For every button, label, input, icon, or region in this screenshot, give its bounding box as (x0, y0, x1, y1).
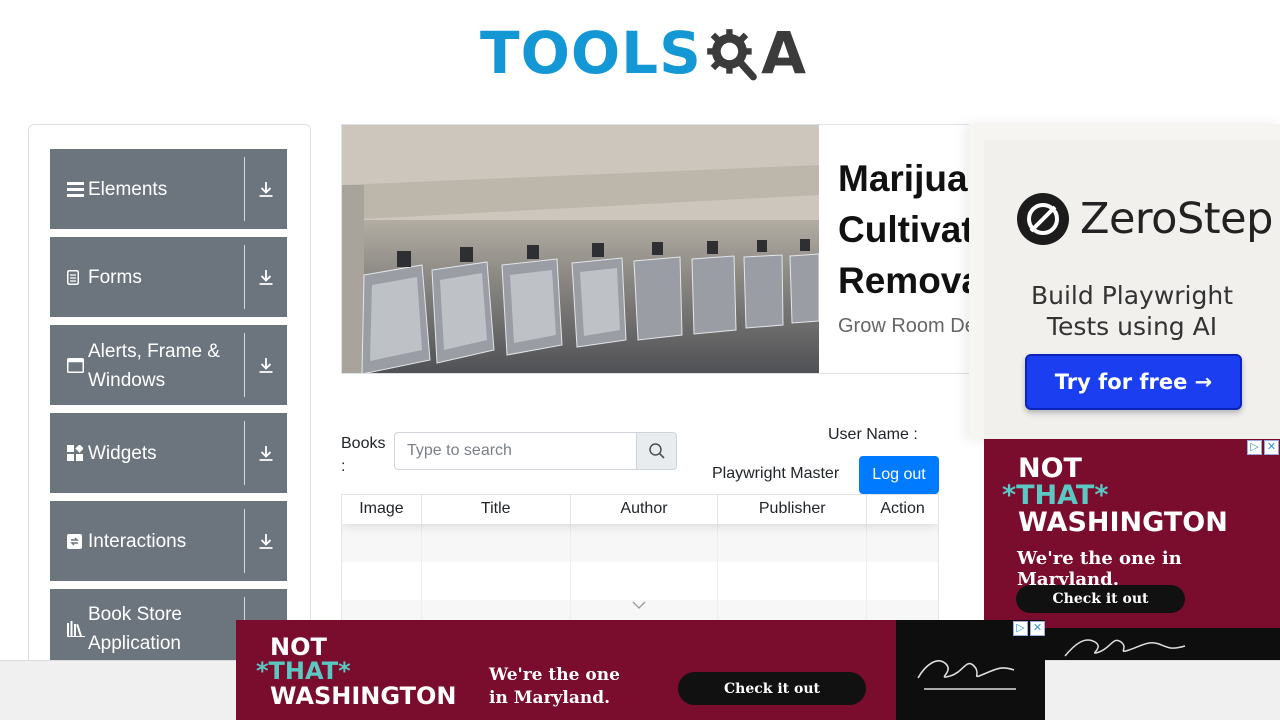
ad-choices-icon[interactable]: ▷ (1013, 621, 1028, 636)
sidebar-group-label: Forms (88, 266, 142, 288)
sidebar-group-label: Book Store Application (88, 604, 182, 654)
books-icon (67, 621, 87, 637)
column-header-action[interactable]: Action (867, 495, 938, 524)
sidebar-group-label: Widgets (88, 442, 157, 464)
check-it-out-button[interactable]: Check it out (1016, 585, 1185, 613)
sidebar-group-label: Interactions (88, 530, 187, 552)
ad-choices[interactable]: ▷ ✕ (1013, 621, 1045, 636)
check-it-out-button[interactable]: Check it out (678, 672, 866, 705)
bottom-washington-ad[interactable]: NOT *THAT* WASHINGTON We're the one in M… (236, 620, 896, 720)
sidebar-group-elements[interactable]: Elements (50, 149, 287, 229)
ad-headline-line2: *THAT* (256, 657, 351, 685)
hamburger-icon (67, 181, 87, 197)
logout-button[interactable]: Log out (859, 456, 939, 494)
ad-choices[interactable]: ▷ ✕ (1247, 440, 1279, 455)
download-icon[interactable] (245, 413, 287, 493)
zerostep-ad[interactable]: ZeroStep Build Playwright Tests using AI… (969, 124, 1280, 439)
download-icon[interactable] (245, 237, 287, 317)
books-table: Image Title Author Publisher Action (341, 494, 939, 634)
ad-headline-line3: WASHINGTON (1018, 507, 1228, 538)
ad-choices-icon[interactable]: ▷ (1247, 440, 1262, 455)
logo-text: TOOLS (480, 19, 702, 87)
table-row (342, 524, 938, 562)
logo-letter-a: A (761, 19, 806, 87)
window-icon (67, 357, 87, 373)
zerostep-tagline: Build Playwright Tests using AI (1030, 281, 1234, 341)
signature-strip (1045, 628, 1280, 660)
user-name-label: User Name : (828, 426, 918, 443)
signature-image (1064, 639, 1186, 657)
zerostep-logo-icon (1017, 193, 1069, 245)
close-icon[interactable]: ✕ (1030, 621, 1045, 636)
sidebar: Elements Forms Alerts, Frame & Windows W… (28, 124, 311, 684)
grow-lights-illustration (342, 125, 819, 373)
search-input[interactable] (394, 432, 636, 470)
sidebar-group-alerts[interactable]: Alerts, Frame & Windows (50, 325, 287, 405)
search-box (394, 432, 677, 470)
grow-lights-photo (342, 125, 819, 373)
interactions-icon (67, 533, 87, 549)
sidebar-group-forms[interactable]: Forms (50, 237, 287, 317)
page: TOOLS A Elements Forms Alerts, Frame & W… (0, 0, 1280, 720)
sidebar-group-widgets[interactable]: Widgets (50, 413, 287, 493)
zerostep-brand: ZeroStep (1016, 192, 1273, 246)
washington-college-ad[interactable]: ▷ ✕ NOT *THAT* WASHINGTON We're the one … (984, 439, 1280, 629)
sidebar-group-interactions[interactable]: Interactions (50, 501, 287, 581)
books-label: Books : (341, 435, 386, 475)
user-name-value: Playwright Master (712, 465, 840, 482)
column-header-title[interactable]: Title (422, 495, 571, 524)
download-icon[interactable] (245, 501, 287, 581)
toolsqa-logo[interactable]: TOOLS A (480, 14, 806, 92)
column-header-publisher[interactable]: Publisher (718, 495, 868, 524)
ad-tagline: We're the one in Maryland. (1017, 548, 1182, 590)
close-icon[interactable]: ✕ (1264, 440, 1279, 455)
document-icon (67, 269, 87, 285)
banner-subtitle: Grow Room De (838, 315, 976, 337)
gear-magnifier-icon (707, 29, 757, 81)
ad-headline-line3: WASHINGTON (270, 682, 457, 710)
sidebar-group-label: Elements (88, 178, 168, 200)
table-row (342, 562, 938, 600)
chevron-down-icon[interactable] (632, 601, 646, 609)
ad-tagline: We're the one in Maryland. (489, 665, 620, 708)
sidebar-group-label: Alerts, Frame & Windows (88, 341, 220, 391)
zerostep-card: ZeroStep Build Playwright Tests using AI… (984, 140, 1280, 439)
column-header-image[interactable]: Image (342, 495, 422, 524)
try-for-free-button[interactable]: Try for free → (1025, 354, 1242, 410)
download-icon[interactable] (245, 325, 287, 405)
table-header: Image Title Author Publisher Action (342, 495, 938, 524)
download-icon[interactable] (245, 149, 287, 229)
column-header-author[interactable]: Author (571, 495, 719, 524)
search-button[interactable] (636, 432, 677, 470)
search-icon (648, 443, 665, 459)
widgets-icon (67, 445, 87, 461)
